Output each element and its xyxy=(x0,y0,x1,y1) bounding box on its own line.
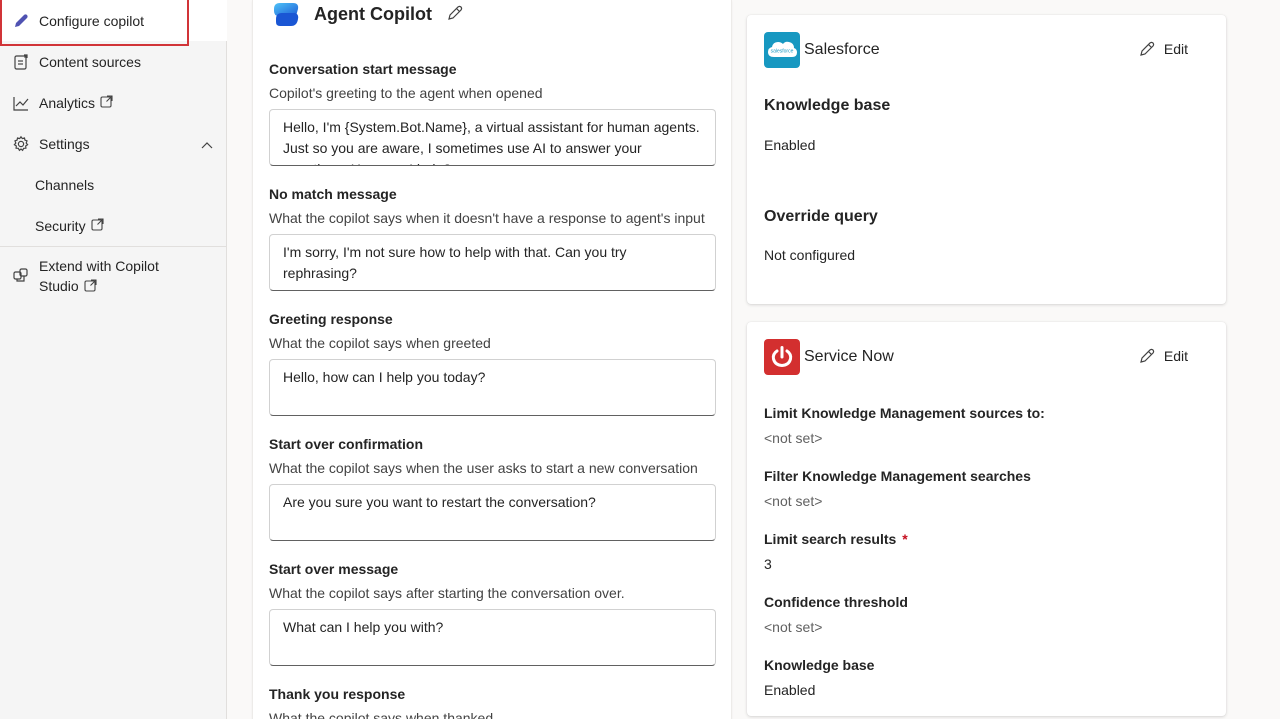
field-description: What the copilot says when it doesn't ha… xyxy=(269,210,705,226)
limit-search-results-label: Limit search results * xyxy=(764,531,908,547)
edit-pencil-icon xyxy=(1140,348,1155,363)
limit-search-results-text: Limit search results xyxy=(764,531,897,547)
conversation-start-message-field: Conversation start message Copilot's gre… xyxy=(269,59,716,166)
limit-search-results-value: 3 xyxy=(764,556,772,572)
card-title: Salesforce xyxy=(804,41,880,58)
override-query-value: Not configured xyxy=(764,247,856,263)
sidebar-item-content-sources[interactable]: Content sources xyxy=(0,41,227,82)
sidebar-item-label-wrap: Extend with Copilot Studio xyxy=(39,256,159,297)
external-link-icon xyxy=(84,277,97,297)
salesforce-logo-icon: salesforce xyxy=(764,32,800,68)
field-label: Greeting response xyxy=(269,311,393,327)
salesforce-logo-text: salesforce xyxy=(771,49,794,55)
limit-km-sources-value: <not set> xyxy=(764,430,823,446)
field-label: Start over confirmation xyxy=(269,436,424,452)
chevron-up-icon[interactable] xyxy=(201,136,213,152)
servicenow-edit-button[interactable]: Edit xyxy=(1138,347,1188,365)
start-over-confirmation-field: Start over confirmation What the copilot… xyxy=(269,434,716,541)
start-over-confirmation-input[interactable]: Are you sure you want to restart the con… xyxy=(269,484,716,541)
sidebar-item-label: Content sources xyxy=(39,53,141,70)
sidebar-item-configure-copilot[interactable]: Configure copilot xyxy=(0,0,227,41)
field-description: What the copilot says after starting the… xyxy=(269,585,625,601)
filter-km-searches-label: Filter Knowledge Management searches xyxy=(764,468,1031,484)
gear-icon xyxy=(11,134,31,154)
field-description: What the copilot says when the user asks… xyxy=(269,460,698,476)
start-over-message-input[interactable]: What can I help you with? xyxy=(269,609,716,666)
sidebar-item-label: Extend with Copilot xyxy=(39,258,159,274)
edit-pencil-icon xyxy=(1140,41,1155,56)
content-sources-icon xyxy=(11,52,31,72)
limit-km-sources-label: Limit Knowledge Management sources to: xyxy=(764,405,1045,421)
extend-icon xyxy=(11,265,31,285)
analytics-chart-icon xyxy=(11,93,31,113)
no-match-message-input[interactable]: I'm sorry, I'm not sure how to help with… xyxy=(269,234,716,291)
pencil-icon xyxy=(11,11,31,31)
required-asterisk: * xyxy=(902,531,908,547)
external-link-icon xyxy=(91,217,104,234)
sidebar-item-label-line2: Studio xyxy=(39,278,79,294)
filter-km-searches-value: <not set> xyxy=(764,493,823,509)
sidebar-item-security[interactable]: Security xyxy=(0,205,227,246)
knowledge-base-label: Knowledge base xyxy=(764,657,875,673)
sidebar-item-label: Settings xyxy=(39,135,90,152)
field-label: No match message xyxy=(269,186,397,202)
confidence-threshold-value: <not set> xyxy=(764,619,823,635)
card-header: salesforce Salesforce xyxy=(764,32,880,68)
page-header: Agent Copilot xyxy=(271,0,464,34)
confidence-threshold-label: Confidence threshold xyxy=(764,594,908,610)
salesforce-edit-button[interactable]: Edit xyxy=(1138,40,1188,58)
edit-label: Edit xyxy=(1163,41,1188,57)
knowledge-base-heading: Knowledge base xyxy=(764,97,891,114)
field-label: Thank you response xyxy=(269,686,406,702)
left-navigation: Configure copilot Content sources Analyt… xyxy=(0,0,227,719)
thank-you-response-field: Thank you response What the copilot says… xyxy=(269,684,715,719)
start-over-message-field: Start over message What the copilot says… xyxy=(269,559,716,666)
sidebar-item-extend-copilot-studio[interactable]: Extend with Copilot Studio xyxy=(0,256,227,300)
field-label: Conversation start message xyxy=(269,61,457,77)
field-description: Copilot's greeting to the agent when ope… xyxy=(269,85,543,101)
card-title: Service Now xyxy=(804,348,894,365)
servicenow-card: Service Now Edit Limit Knowledge Managem… xyxy=(747,322,1226,716)
knowledge-base-value: Enabled xyxy=(764,682,816,698)
copilot-configuration-panel: Agent Copilot Conversation start message… xyxy=(252,0,732,719)
sidebar-item-settings[interactable]: Settings xyxy=(0,123,227,164)
sidebar-item-label: Security xyxy=(35,217,86,234)
salesforce-card: salesforce Salesforce Edit Knowledge bas… xyxy=(747,15,1226,304)
page-title: Agent Copilot xyxy=(314,3,432,24)
field-description: What the copilot says when thanked xyxy=(269,710,494,719)
greeting-response-field: Greeting response What the copilot says … xyxy=(269,309,716,416)
no-match-message-field: No match message What the copilot says w… xyxy=(269,184,716,291)
external-link-icon xyxy=(100,94,113,111)
knowledge-base-value: Enabled xyxy=(764,137,816,153)
override-query-heading: Override query xyxy=(764,208,878,225)
field-description: What the copilot says when greeted xyxy=(269,335,491,351)
conversation-start-message-input[interactable]: Hello, I'm {System.Bot.Name}, a virtual … xyxy=(269,109,716,166)
servicenow-power-icon xyxy=(764,339,800,375)
greeting-response-input[interactable]: Hello, how can I help you today? xyxy=(269,359,716,416)
copilot-logo-icon xyxy=(271,0,301,29)
edit-title-icon[interactable] xyxy=(446,4,464,25)
field-label: Start over message xyxy=(269,561,399,577)
sidebar-item-analytics[interactable]: Analytics xyxy=(0,82,227,123)
edit-label: Edit xyxy=(1163,348,1188,364)
sidebar-item-channels[interactable]: Channels xyxy=(0,164,227,205)
card-header: Service Now xyxy=(764,339,894,375)
sidebar-item-label: Channels xyxy=(35,176,95,193)
sidebar-item-label: Configure copilot xyxy=(39,12,145,29)
sidebar-divider xyxy=(0,246,227,247)
sidebar-item-label: Analytics xyxy=(39,94,96,111)
